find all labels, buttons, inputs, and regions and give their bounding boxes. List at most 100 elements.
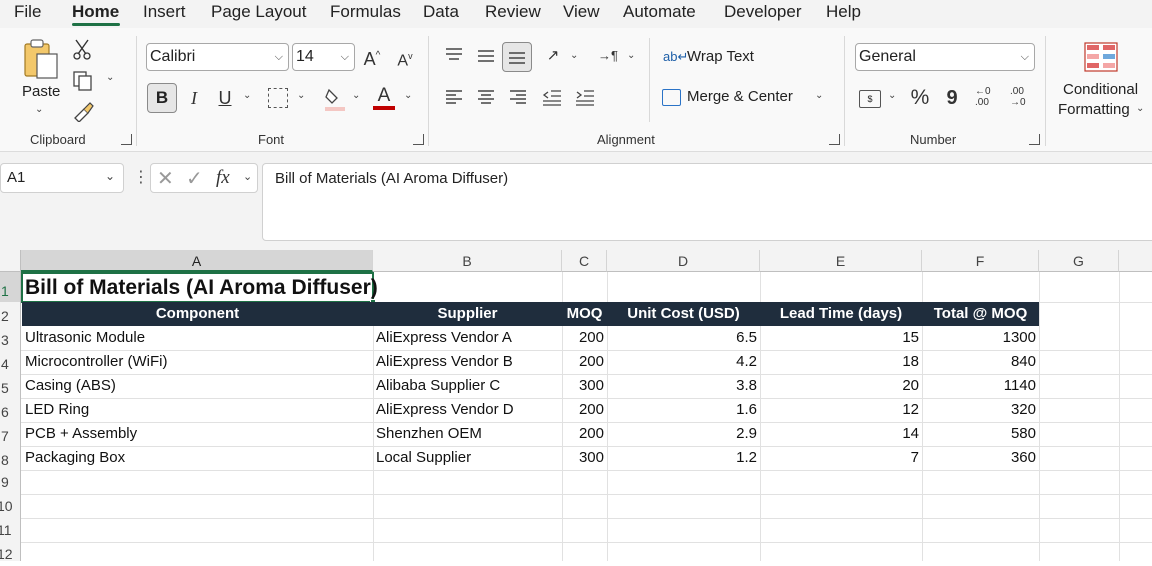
orientation-icon[interactable]: ↗: [541, 42, 565, 70]
cell-supplier[interactable]: AliExpress Vendor A: [373, 326, 515, 350]
comma-style-button[interactable]: 9: [943, 84, 961, 112]
formula-input[interactable]: Bill of Materials (AI Aroma Diffuser): [262, 163, 1152, 241]
cell-supplier[interactable]: AliExpress Vendor D: [373, 398, 517, 422]
row-header-3[interactable]: 3: [0, 326, 21, 350]
font-size-dropdown[interactable]: 14 ⌵: [292, 43, 355, 71]
sheet-title[interactable]: Bill of Materials (AI Aroma Diffuser): [22, 275, 381, 301]
row-header-12[interactable]: 12: [0, 542, 21, 562]
row-header-2[interactable]: 2: [0, 302, 21, 326]
header-lead-time[interactable]: Lead Time (days): [760, 302, 922, 326]
cell-component[interactable]: Microcontroller (WiFi): [22, 350, 171, 374]
fill-color-icon[interactable]: [323, 86, 347, 112]
increase-decimal-icon[interactable]: ←0 .00: [975, 86, 1001, 110]
cell-total[interactable]: 580: [922, 422, 1039, 446]
cell-lead-time[interactable]: 20: [760, 374, 922, 398]
menu-review[interactable]: Review: [485, 0, 541, 24]
cell-component[interactable]: LED Ring: [22, 398, 92, 422]
decrease-decimal-icon[interactable]: .00 →0: [1010, 86, 1036, 110]
alignment-dialog-launcher[interactable]: [829, 134, 840, 145]
menu-file[interactable]: File: [14, 0, 41, 24]
cell-unit-cost[interactable]: 3.8: [607, 374, 760, 398]
cell-lead-time[interactable]: 18: [760, 350, 922, 374]
italic-button[interactable]: I: [183, 84, 205, 112]
number-format-dropdown[interactable]: General ⌵: [855, 43, 1035, 71]
number-dialog-launcher[interactable]: [1029, 134, 1040, 145]
wrap-text-icon[interactable]: ab↵: [663, 49, 688, 65]
increase-indent-icon[interactable]: [574, 88, 596, 106]
cell-total[interactable]: 320: [922, 398, 1039, 422]
cell-total[interactable]: 1300: [922, 326, 1039, 350]
column-header-h[interactable]: [1119, 250, 1152, 272]
row-header-10[interactable]: 10: [0, 494, 21, 518]
cell-unit-cost[interactable]: 6.5: [607, 326, 760, 350]
menu-data[interactable]: Data: [423, 0, 459, 24]
column-header-g[interactable]: G: [1039, 250, 1119, 272]
borders-dropdown-chevron[interactable]: ⌄: [297, 90, 305, 101]
row-header-4[interactable]: 4: [0, 350, 21, 374]
header-moq[interactable]: MOQ: [562, 302, 607, 326]
top-align-icon[interactable]: [444, 46, 464, 64]
align-center-icon[interactable]: [476, 88, 496, 106]
font-name-dropdown[interactable]: Calibri ⌵: [146, 43, 289, 71]
worksheet-grid[interactable]: A B C D E F G 1 2 3 4 5 6 7 8 9 10 11 12…: [0, 250, 1152, 562]
column-header-a[interactable]: A: [21, 250, 373, 272]
format-painter-icon[interactable]: [72, 100, 96, 123]
text-direction-icon[interactable]: →¶: [597, 42, 619, 70]
menu-help[interactable]: Help: [826, 0, 861, 24]
cell-component[interactable]: Casing (ABS): [22, 374, 119, 398]
cell-supplier[interactable]: Alibaba Supplier C: [373, 374, 503, 398]
insert-function-icon[interactable]: fx: [216, 167, 230, 189]
column-header-c[interactable]: C: [562, 250, 607, 272]
wrap-text-button[interactable]: Wrap Text: [687, 48, 754, 65]
cell-moq[interactable]: 200: [562, 398, 607, 422]
copy-dropdown-chevron[interactable]: ⌄: [106, 72, 114, 83]
cell-lead-time[interactable]: 7: [760, 446, 922, 470]
row-header-7[interactable]: 7: [0, 422, 21, 446]
menu-developer[interactable]: Developer: [724, 0, 802, 24]
column-header-e[interactable]: E: [760, 250, 922, 272]
row-header-11[interactable]: 11: [0, 518, 21, 542]
column-header-b[interactable]: B: [373, 250, 562, 272]
middle-align-icon[interactable]: [476, 46, 496, 64]
borders-icon[interactable]: [268, 88, 288, 108]
cell-moq[interactable]: 300: [562, 374, 607, 398]
percent-style-button[interactable]: %: [908, 84, 932, 112]
copy-icon[interactable]: [72, 70, 94, 92]
header-supplier[interactable]: Supplier: [373, 302, 562, 326]
row-header-8[interactable]: 8: [0, 446, 21, 470]
row-header-6[interactable]: 6: [0, 398, 21, 422]
align-left-icon[interactable]: [444, 88, 464, 106]
cell-moq[interactable]: 200: [562, 422, 607, 446]
clipboard-dialog-launcher[interactable]: [121, 134, 132, 145]
cell-moq[interactable]: 200: [562, 350, 607, 374]
menu-insert[interactable]: Insert: [143, 0, 186, 24]
row-header-5[interactable]: 5: [0, 374, 21, 398]
conditional-formatting-dropdown-chevron[interactable]: ⌄: [1136, 103, 1144, 114]
decrease-font-size-icon[interactable]: Av: [393, 42, 417, 75]
merge-center-icon[interactable]: [662, 89, 681, 106]
cell-total[interactable]: 360: [922, 446, 1039, 470]
cell-unit-cost[interactable]: 1.2: [607, 446, 760, 470]
conditional-formatting-icon[interactable]: [1084, 42, 1118, 72]
menu-page-layout[interactable]: Page Layout: [211, 0, 306, 24]
accounting-format-icon[interactable]: $: [859, 90, 881, 108]
name-box[interactable]: A1 ⌄: [0, 163, 124, 193]
header-total-moq[interactable]: Total @ MOQ: [922, 302, 1039, 326]
cell-total[interactable]: 1140: [922, 374, 1039, 398]
merge-center-button[interactable]: Merge & Center: [687, 88, 793, 105]
font-color-dropdown-chevron[interactable]: ⌄: [404, 90, 412, 101]
cell-moq[interactable]: 200: [562, 326, 607, 350]
cell-lead-time[interactable]: 14: [760, 422, 922, 446]
cell-supplier[interactable]: Local Supplier: [373, 446, 474, 470]
row-header-1[interactable]: 1: [0, 272, 21, 302]
header-component[interactable]: Component: [22, 302, 373, 326]
select-all-corner[interactable]: [0, 250, 21, 272]
menu-home[interactable]: Home: [72, 0, 119, 24]
menu-automate[interactable]: Automate: [623, 0, 696, 24]
cut-icon[interactable]: [72, 38, 92, 60]
conditional-formatting-label[interactable]: Conditional: [1063, 81, 1138, 98]
cell-unit-cost[interactable]: 4.2: [607, 350, 760, 374]
cell-component[interactable]: Packaging Box: [22, 446, 128, 470]
column-header-f[interactable]: F: [922, 250, 1039, 272]
accounting-dropdown-chevron[interactable]: ⌄: [888, 90, 896, 101]
